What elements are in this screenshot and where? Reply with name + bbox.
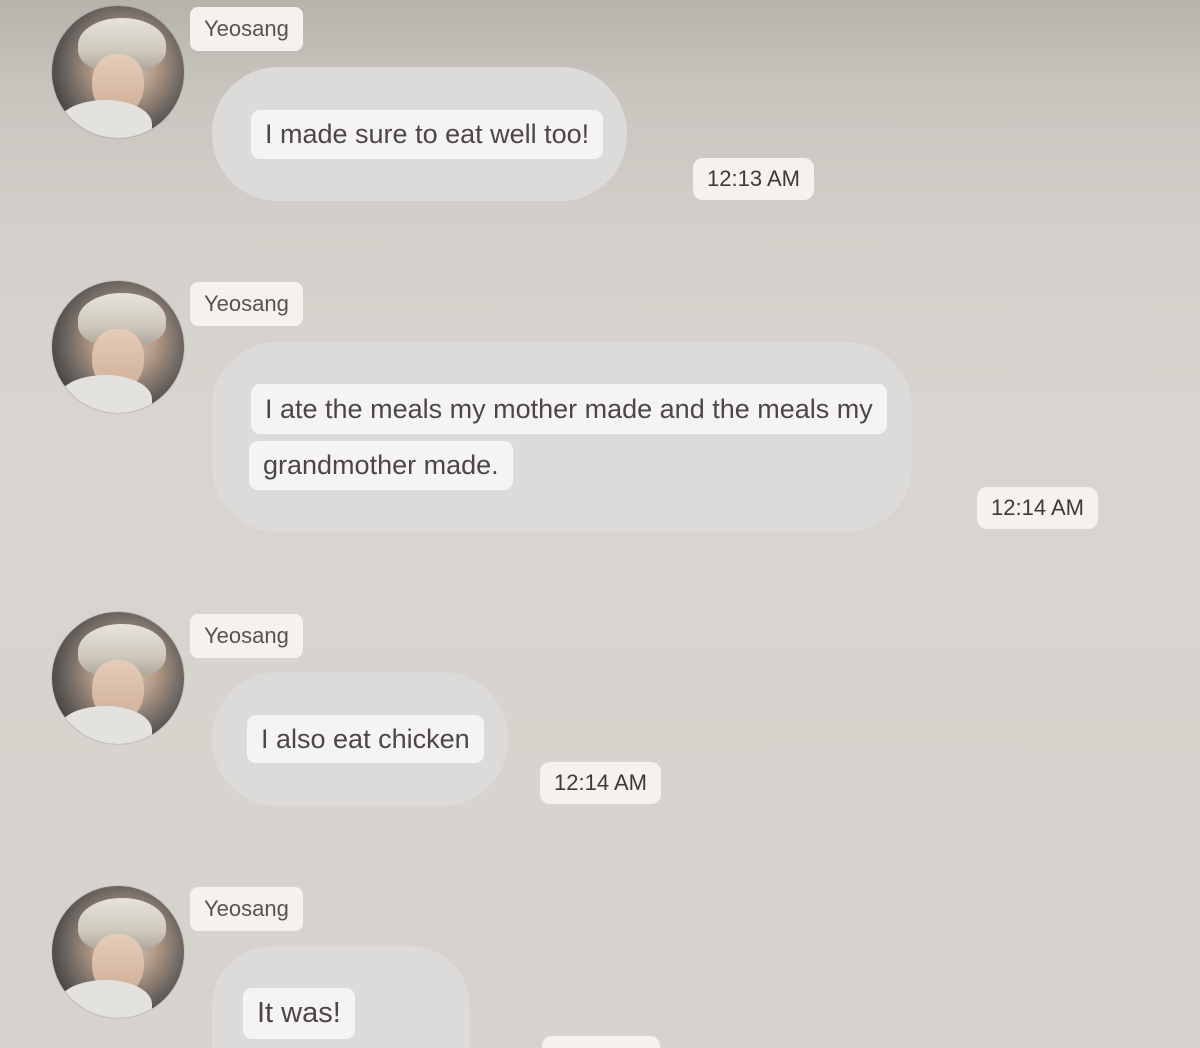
message-time-partial: [542, 1036, 660, 1048]
avatar[interactable]: [52, 886, 184, 1018]
avatar-shirt: [58, 980, 152, 1018]
sender-name: Yeosang: [190, 887, 303, 931]
message-text: It was!: [243, 988, 355, 1039]
chat-screen: { "messages": [ { "sender": "Yeosang", "…: [0, 0, 1200, 1048]
message-item: Yeosang It was!: [0, 0, 1200, 1048]
